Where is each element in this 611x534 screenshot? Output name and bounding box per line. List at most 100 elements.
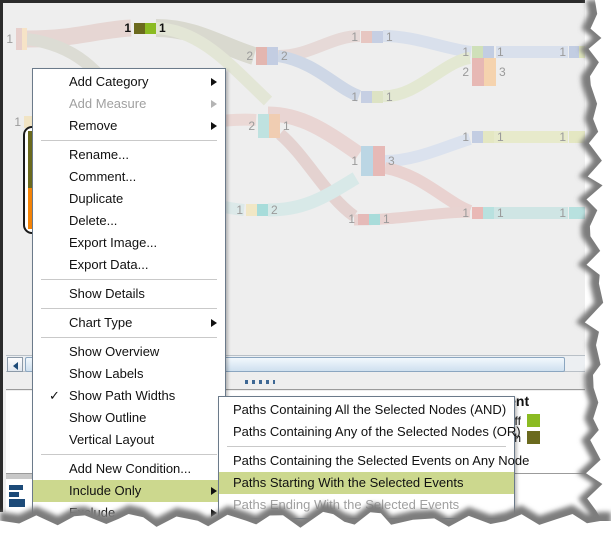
menu-separator	[41, 308, 217, 309]
menu-separator	[41, 279, 217, 280]
menu-item-label: Show Outline	[69, 410, 147, 425]
chart-node[interactable]: 22	[246, 47, 288, 65]
menu-item-label: Delete...	[69, 213, 118, 228]
chart-node[interactable]: 11	[348, 213, 390, 225]
include-only-submenu[interactable]: Paths Containing All the Selected Nodes …	[218, 396, 529, 519]
chart-node[interactable]: 23	[462, 58, 506, 86]
chart-node[interactable]: 1	[6, 28, 27, 50]
menu-item-add-category[interactable]: Add Category	[33, 71, 225, 93]
screenshot-root: 111221111122113121111231111111 Event p o…	[0, 0, 611, 534]
menu-item-label: Rename...	[69, 147, 129, 162]
menu-item-show-outline[interactable]: Show Outline	[33, 407, 225, 429]
submenu-arrow-icon	[211, 122, 217, 130]
menu-item-paths-containing-all-the-selected-nodes-and[interactable]: Paths Containing All the Selected Nodes …	[219, 399, 514, 421]
chart-node-label-right: 1	[386, 29, 393, 44]
menu-item-label: Show Labels	[69, 366, 144, 381]
chart-node[interactable]: 11	[462, 207, 504, 219]
menu-item-add-new-condition[interactable]: Add New Condition...	[33, 458, 225, 480]
submenu-arrow-icon	[211, 509, 217, 517]
chart-node-label-left: 2	[462, 64, 469, 79]
menu-item-duplicate[interactable]: Duplicate	[33, 188, 225, 210]
legend-color-swatch	[527, 414, 540, 427]
submenu-arrow-icon	[211, 78, 217, 86]
splitter-dots-icon	[245, 380, 275, 384]
chart-node-label-right: 3	[499, 64, 506, 79]
chart-node-label-right: 2	[271, 202, 278, 217]
menu-item-rename[interactable]: Rename...	[33, 144, 225, 166]
chart-node[interactable]: 11	[462, 46, 504, 58]
legend-color-swatch	[527, 431, 540, 444]
menu-item-label: Remove	[69, 118, 118, 133]
chart-node[interactable]: 21	[248, 114, 290, 138]
menu-item-export-image[interactable]: Export Image...	[33, 232, 225, 254]
menu-item-remove[interactable]: Remove	[33, 115, 225, 137]
chart-node[interactable]: 11	[351, 31, 393, 43]
checkmark-icon: ✓	[49, 388, 60, 403]
chart-node-label-right: 1	[497, 129, 504, 144]
chart-node-label-right: 1	[386, 89, 393, 104]
chart-node-label-left: 1	[351, 29, 358, 44]
chart-node-label-right: 1	[159, 21, 166, 35]
menu-separator	[41, 140, 217, 141]
menu-item-paths-containing-the-selected-events-on-any-node[interactable]: Paths Containing the Selected Events on …	[219, 450, 529, 472]
menu-item-label: Show Path Widths	[69, 388, 176, 403]
chart-node-label-right: 1	[497, 205, 504, 220]
chart-node-label-left: 1	[462, 129, 469, 144]
menu-item-label: Export Image...	[69, 235, 158, 250]
chart-node-label-left: 1	[559, 205, 566, 220]
menu-item-label: Paths Containing Any of the Selected Nod…	[233, 424, 521, 439]
chart-node-label-left: 2	[248, 118, 255, 133]
menu-item-show-path-widths[interactable]: ✓ Show Path Widths	[33, 385, 225, 407]
menu-item-label: Paths Ending With the Selected Events	[233, 497, 460, 512]
chart-node[interactable]: 12	[236, 204, 278, 216]
scroll-left-arrow-icon[interactable]	[7, 357, 23, 372]
submenu-arrow-icon	[211, 319, 217, 327]
chart-node-label-right: 1	[283, 118, 290, 133]
chart-node-label-left: 1	[14, 114, 21, 129]
chart-node[interactable]: 13	[351, 146, 395, 176]
menu-item-label: Vertical Layout	[69, 432, 155, 447]
menu-item-exclude[interactable]: Exclude	[33, 502, 225, 524]
menu-item-label: Paths Containing All the Selected Nodes …	[233, 402, 507, 417]
menu-item-label: Add Category	[69, 74, 149, 89]
chart-node-label-right: 2	[281, 48, 288, 63]
chart-node-label-left: 1	[6, 31, 13, 46]
menu-item-include-only[interactable]: Include Only	[33, 480, 225, 502]
chart-node[interactable]: 1	[559, 46, 585, 58]
chart-node-label-left: 1	[124, 21, 131, 35]
chart-node[interactable]: 1	[559, 207, 585, 219]
menu-separator	[41, 337, 217, 338]
chart-node-label-left: 1	[351, 89, 358, 104]
menu-item-add-measure: Add Measure	[33, 93, 225, 115]
submenu-arrow-icon	[211, 487, 217, 495]
filter-tool-icon[interactable]	[9, 485, 33, 507]
menu-separator	[41, 527, 217, 528]
menu-item-paths-ending-with-the-selected-events: Paths Ending With the Selected Events	[219, 494, 514, 516]
menu-item-show-overview[interactable]: Show Overview	[33, 341, 225, 363]
chart-node-label-left: 1	[236, 202, 243, 217]
menu-item-comment[interactable]: Comment...	[33, 166, 225, 188]
menu-item-show-details[interactable]: Show Details	[33, 283, 225, 305]
menu-item-paths-starting-with-the-selected-events[interactable]: Paths Starting With the Selected Events	[219, 472, 514, 494]
menu-item-paths-containing-any-of-the-selected-nodes-or[interactable]: Paths Containing Any of the Selected Nod…	[219, 421, 521, 443]
menu-item-label: Include Only	[69, 483, 142, 498]
menu-item-label: Paths Starting With the Selected Events	[233, 475, 464, 490]
menu-item-label: Add New Condition...	[69, 461, 192, 476]
chart-node[interactable]: 11	[124, 22, 166, 34]
menu-item-delete[interactable]: Delete...	[33, 210, 225, 232]
chart-node-label-right: 3	[388, 153, 395, 168]
chart-node-label-left: 1	[559, 44, 566, 59]
chart-node[interactable]: 11	[351, 91, 393, 103]
menu-item-export-data[interactable]: Export Data...	[33, 254, 225, 276]
chart-context-menu[interactable]: Add Category Add Measure Remove Rename... Co…	[32, 68, 226, 534]
chart-node[interactable]: 11	[462, 131, 504, 143]
menu-item-show-labels[interactable]: Show Labels	[33, 363, 225, 385]
menu-item-label: Paths Containing the Selected Events on …	[233, 453, 530, 468]
menu-item-label: Add Measure	[69, 96, 147, 111]
menu-item-chart-type[interactable]: Chart Type	[33, 312, 225, 334]
chart-node-label-left: 1	[348, 212, 355, 226]
menu-item-vertical-layout[interactable]: Vertical Layout	[33, 429, 225, 451]
chart-node[interactable]: 1	[559, 131, 585, 143]
chart-node-label-right: 1	[383, 212, 390, 226]
menu-item-label: Comment...	[69, 169, 137, 184]
